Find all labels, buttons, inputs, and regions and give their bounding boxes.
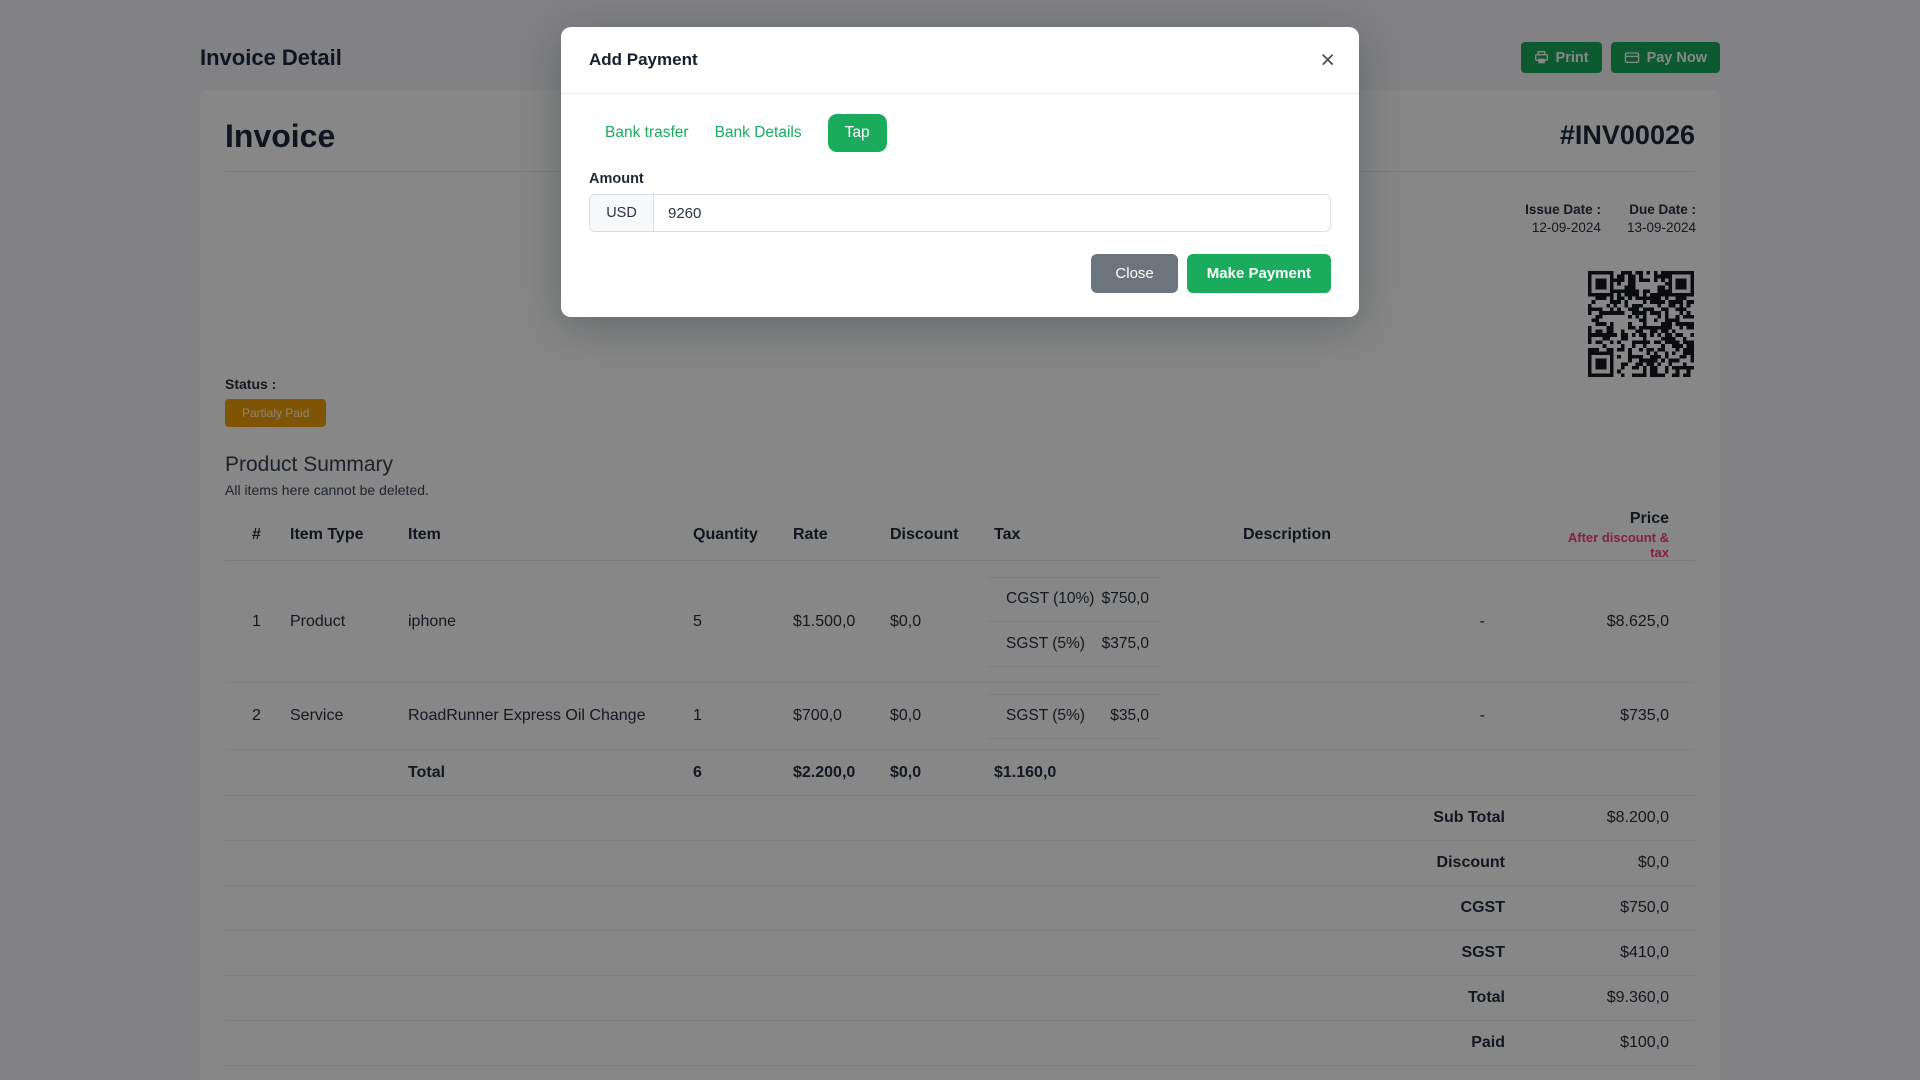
payment-tabs: Bank trasfer Bank Details Tap [589, 114, 1331, 152]
close-button[interactable]: Close [1091, 254, 1178, 293]
modal-body: Bank trasfer Bank Details Tap Amount USD [561, 94, 1359, 232]
tab-tap[interactable]: Tap [827, 114, 887, 152]
tab-bank-details[interactable]: Bank Details [715, 124, 802, 142]
modal-footer: Close Make Payment [561, 232, 1359, 317]
modal-header: Add Payment × [561, 27, 1359, 94]
currency-prefix: USD [589, 194, 653, 232]
close-icon[interactable]: × [1320, 47, 1335, 73]
add-payment-modal: Add Payment × Bank trasfer Bank Details … [561, 27, 1359, 317]
make-payment-button[interactable]: Make Payment [1186, 254, 1331, 293]
amount-input-group: USD [589, 194, 1331, 232]
modal-title: Add Payment [589, 50, 698, 69]
amount-label: Amount [589, 171, 644, 187]
tab-bank-transfer[interactable]: Bank trasfer [605, 124, 689, 142]
amount-input[interactable] [653, 194, 1331, 232]
